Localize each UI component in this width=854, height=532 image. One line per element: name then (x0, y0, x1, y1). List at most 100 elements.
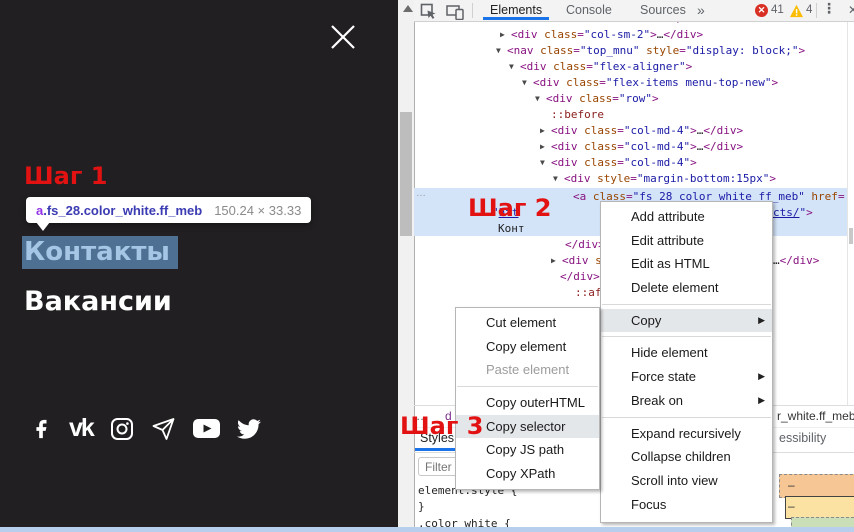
device-toolbar-icon[interactable] (446, 3, 464, 20)
dom-code-segment: > (771, 76, 778, 89)
context-menu-item-scroll-into-view[interactable]: Scroll into view (601, 469, 772, 493)
facebook-icon[interactable] (30, 417, 52, 441)
scrollbar-up-arrow-icon[interactable] (403, 5, 413, 12)
tab-sources[interactable]: Sources (640, 3, 686, 17)
dom-tree-row[interactable]: ▶<div class="col-md-4">…</div> (540, 140, 743, 156)
devtools-menu-kebab-icon[interactable]: ⋮ (822, 1, 836, 17)
page-scrollbar[interactable] (398, 0, 414, 532)
close-icon[interactable] (330, 24, 356, 50)
expanded-arrow-icon[interactable]: ▼ (496, 46, 507, 55)
warning-badge-icon[interactable] (789, 4, 804, 18)
step3-label: Шаг 3 (400, 412, 483, 440)
dom-code-segment: <nav (507, 44, 534, 57)
dom-code-segment: > (798, 44, 805, 57)
dom-tree-row[interactable]: </div> (560, 270, 600, 286)
collapsed-arrow-icon[interactable]: ▶ (540, 142, 551, 151)
dom-tree-row[interactable]: ▼<div class="flex-aligner"> (509, 60, 692, 76)
vk-label: vk (69, 414, 93, 442)
dom-code-segment: <div (551, 140, 578, 153)
dom-code-segment: </div> (560, 270, 600, 283)
dom-code-segment: class (573, 92, 613, 105)
dom-code-segment: "display: block;" (686, 44, 799, 57)
dom-tree-scrollbar-thumb[interactable] (849, 228, 853, 244)
inspect-element-icon[interactable] (420, 3, 437, 20)
context-menu-item-edit-attribute[interactable]: Edit attribute (601, 229, 772, 253)
dom-code-segment: "col-md-4" (624, 124, 690, 137)
tab-console[interactable]: Console (566, 3, 612, 17)
warning-count[interactable]: 4 (806, 4, 812, 16)
context-menu-item-edit-as-html[interactable]: Edit as HTML (601, 252, 772, 276)
dom-code-segment: </div> (703, 140, 743, 153)
context-menu-item-break-on[interactable]: Break on▶ (601, 389, 772, 413)
vk-icon[interactable]: vk (69, 414, 93, 443)
error-badge-icon[interactable]: ✕ (755, 4, 768, 17)
dom-code-segment: > (806, 206, 813, 219)
dom-code-segment: = (679, 44, 686, 57)
dom-code-segment: > (690, 156, 697, 169)
devtools-toolbar (414, 0, 854, 22)
dom-tree-row[interactable]: cts/"> (773, 206, 813, 222)
dom-tree-row[interactable]: …</div> (773, 254, 819, 270)
context-menu-item-expand-recursively[interactable]: Expand recursively (601, 422, 772, 446)
context-menu-item-delete-element[interactable]: Delete element (601, 276, 772, 300)
box-model-border (785, 496, 854, 519)
context-menu-item-copy[interactable]: Copy▶ (601, 309, 772, 333)
dom-code-segment: > (652, 92, 659, 105)
context-menu-item-force-state[interactable]: Force state▶ (601, 365, 772, 389)
dom-tree-row[interactable]: ▼<div class="row"> (535, 92, 659, 108)
dom-code-segment: href (805, 190, 838, 203)
expanded-arrow-icon[interactable]: ▼ (509, 62, 520, 71)
dom-code-segment: <div (551, 156, 578, 169)
dom-code-segment: = (577, 28, 584, 41)
dom-tree-row[interactable]: ▶<div s (551, 254, 602, 270)
copy-submenu-item-cut-element[interactable]: Cut element (456, 311, 599, 335)
twitter-icon[interactable] (237, 417, 261, 441)
dom-tree-scrollbar[interactable] (847, 21, 854, 405)
tab-accessibility-partial[interactable]: essibility (779, 431, 826, 445)
context-menu-item-focus[interactable]: Focus (601, 493, 772, 517)
expanded-arrow-icon[interactable]: ▼ (540, 158, 551, 167)
menu-link-vacancies[interactable]: Вакансии (24, 286, 172, 317)
instagram-icon[interactable] (110, 417, 134, 441)
dom-code-segment: = (573, 44, 580, 57)
dom-tree-row[interactable]: ▼<div class="flex-items menu-top-new"> (522, 76, 778, 92)
context-menu-item-collapse-children[interactable]: Collapse children (601, 445, 772, 469)
more-tabs-chevron-icon[interactable]: » (697, 2, 705, 18)
collapsed-arrow-icon[interactable]: ▶ (551, 256, 562, 265)
page-scrollbar-thumb[interactable] (400, 112, 412, 236)
devtools-close-icon[interactable]: ✕ (848, 3, 854, 17)
dom-code-segment: > (686, 60, 693, 73)
tab-elements[interactable]: Elements (490, 3, 542, 17)
dom-tree-row[interactable]: </div> (565, 238, 605, 254)
dom-tree-row[interactable]: ▼<div style="margin-bottom:15px"> (553, 172, 776, 188)
dom-tree-row[interactable]: ▶<div class="col-sm-2">…</div> (500, 28, 703, 44)
dom-code-segment: = (838, 190, 845, 203)
dom-code-segment: > (690, 140, 697, 153)
dom-code-segment: = (599, 76, 606, 89)
dom-tree-row[interactable]: ▶<div class="col-md-4">…</div> (540, 124, 743, 140)
youtube-icon[interactable] (193, 417, 220, 440)
dom-tree-row[interactable]: ▼<nav class="top_mnu" style="display: bl… (496, 44, 805, 60)
collapsed-arrow-icon[interactable]: ▶ (500, 30, 511, 39)
dom-code-segment: style (639, 44, 679, 57)
dom-tree-row[interactable]: Конт (498, 222, 525, 238)
collapsed-arrow-icon[interactable]: ▶ (540, 126, 551, 135)
copy-submenu-item-copy-element[interactable]: Copy element (456, 335, 599, 359)
context-menu-item-add-attribute[interactable]: Add attribute (601, 205, 772, 229)
submenu-arrow-icon: ▶ (758, 365, 765, 389)
breadcrumb-selected-tail[interactable]: r_white.ff_meb (777, 409, 854, 423)
site-mobile-menu-overlay: Шаг 1 a.fs_28.color_white.ff_meb 150.24 … (0, 0, 398, 532)
telegram-icon[interactable] (151, 417, 176, 441)
dom-tree-row[interactable]: ▼<div class="col-md-4"> (540, 156, 697, 172)
expanded-arrow-icon[interactable]: ▼ (535, 94, 546, 103)
expanded-arrow-icon[interactable]: ▼ (522, 78, 533, 87)
error-count[interactable]: 41 (771, 4, 784, 16)
dom-row-gutter-ellipsis[interactable]: … (416, 188, 426, 199)
copy-submenu-item-copy-xpath[interactable]: Copy XPath (456, 462, 599, 486)
dom-tree-row[interactable]: ::before (551, 108, 604, 124)
menu-link-contacts[interactable]: Контакты (22, 236, 178, 269)
expanded-arrow-icon[interactable]: ▼ (553, 174, 564, 183)
copy-submenu-item-copy-js-path[interactable]: Copy JS path (456, 438, 599, 462)
active-tab-underline (483, 17, 549, 20)
context-menu-item-hide-element[interactable]: Hide element (601, 341, 772, 365)
